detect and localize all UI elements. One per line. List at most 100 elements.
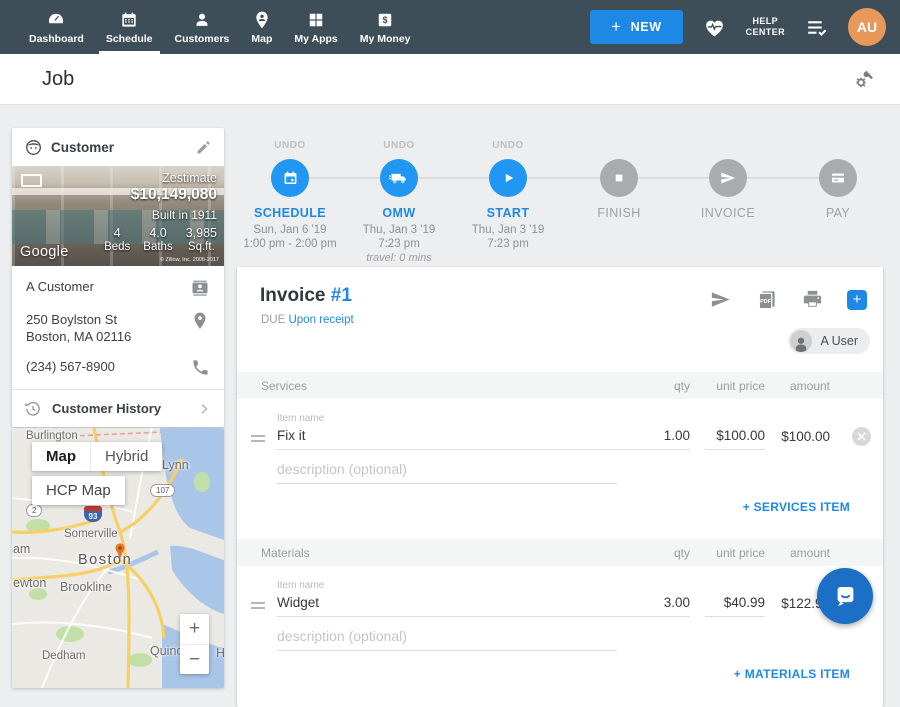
customer-history-label: Customer History bbox=[52, 401, 186, 416]
drag-handle[interactable] bbox=[251, 602, 265, 612]
start-step-button[interactable] bbox=[489, 159, 527, 197]
google-logo: Google bbox=[20, 244, 69, 260]
user-avatar[interactable]: AU bbox=[848, 8, 886, 46]
sqft-value: 3,985 bbox=[186, 226, 217, 240]
job-timeline: UNDO SCHEDULE Sun, Jan 6 '19 1:00 pm - 2… bbox=[237, 130, 883, 267]
property-facts: 4Beds 4.0Baths 3,985Sq.ft. bbox=[104, 226, 217, 253]
map-label-brookline: Brookline bbox=[60, 580, 112, 594]
map-zoom-control: + − bbox=[180, 614, 209, 674]
delete-service-item-button[interactable] bbox=[852, 427, 871, 446]
service-item-amount: $100.00 bbox=[750, 429, 830, 444]
material-description-input[interactable] bbox=[277, 627, 617, 651]
help-center-link[interactable]: HELP CENTER bbox=[746, 16, 785, 39]
chat-smile-icon bbox=[832, 583, 859, 610]
invoice-number[interactable]: #1 bbox=[331, 285, 352, 306]
add-materials-item-link[interactable]: + MATERIALS ITEM bbox=[734, 667, 850, 681]
nav-item-dashboard[interactable]: Dashboard bbox=[18, 0, 95, 54]
service-description-input[interactable] bbox=[277, 460, 617, 484]
amount-column-header: amount bbox=[750, 379, 830, 393]
schedule-calendar-icon bbox=[119, 10, 139, 30]
due-value-link[interactable]: Upon receipt bbox=[288, 314, 353, 326]
invoice-title: Invoice #1 bbox=[260, 285, 352, 307]
checklist-icon[interactable] bbox=[804, 15, 829, 40]
customer-history-row[interactable]: Customer History bbox=[12, 389, 224, 427]
hcp-map-button[interactable]: HCP Map bbox=[32, 476, 125, 505]
nav-item-my-apps[interactable]: My Apps bbox=[283, 0, 348, 54]
new-button[interactable]: + NEW bbox=[590, 10, 683, 44]
customer-name: A Customer bbox=[26, 278, 94, 295]
job-location-marker[interactable] bbox=[112, 542, 128, 560]
customer-name-row: A Customer bbox=[26, 278, 210, 298]
services-title: Services bbox=[261, 379, 307, 393]
pdf-icon[interactable]: PDF bbox=[755, 288, 778, 311]
nav-label: My Apps bbox=[294, 33, 337, 45]
top-navigation: Dashboard Schedule Customers Map My Apps… bbox=[0, 0, 900, 54]
property-photo[interactable]: Zestimate $10,149,080 Built in 1911 4Bed… bbox=[12, 166, 224, 266]
customer-face-icon bbox=[24, 138, 43, 157]
services-header-band: Services qty unit price amount bbox=[237, 372, 883, 399]
send-invoice-icon[interactable] bbox=[709, 288, 732, 311]
help-center-line2: CENTER bbox=[746, 27, 785, 38]
customer-card: Customer Zestimate $10,149,080 Built in … bbox=[12, 128, 224, 427]
svg-text:$: $ bbox=[383, 15, 388, 25]
edit-pencil-icon[interactable] bbox=[195, 139, 212, 156]
job-tools-icon[interactable] bbox=[852, 67, 876, 91]
health-heart-pulse-icon[interactable] bbox=[702, 15, 727, 40]
customer-contact: A Customer 250 Boylston St Boston, MA 02… bbox=[12, 266, 224, 389]
nav-item-map[interactable]: Map bbox=[240, 0, 283, 54]
phone-icon[interactable] bbox=[191, 358, 210, 377]
map-label-newton: Newton bbox=[12, 576, 46, 590]
chevron-right-icon bbox=[196, 401, 212, 417]
map-type-hybrid-button[interactable]: Hybrid bbox=[90, 442, 162, 471]
truck-icon bbox=[389, 168, 409, 188]
schedule-step-button[interactable] bbox=[271, 159, 309, 197]
material-item-name-input[interactable] bbox=[277, 593, 655, 617]
location-pin-icon[interactable] bbox=[190, 311, 210, 331]
step-travel: travel: 0 mins bbox=[334, 251, 464, 265]
route-2-shield: 2 bbox=[26, 504, 42, 517]
add-invoice-item-button[interactable]: + bbox=[847, 290, 867, 310]
page-title: Job bbox=[42, 68, 74, 91]
customer-phone-row: (234) 567-8900 bbox=[26, 358, 210, 377]
nav-label: Schedule bbox=[106, 33, 153, 45]
finish-step-button[interactable] bbox=[600, 159, 638, 197]
material-item-qty-input[interactable] bbox=[620, 593, 690, 617]
map-type-map-button[interactable]: Map bbox=[32, 442, 90, 471]
invoice-title-text: Invoice bbox=[260, 285, 325, 306]
contact-card-icon[interactable] bbox=[190, 278, 210, 298]
service-item-qty-input[interactable] bbox=[620, 426, 690, 450]
invoice-due: DUE Upon receipt bbox=[261, 314, 354, 326]
nav-item-schedule[interactable]: Schedule bbox=[95, 0, 164, 54]
step-date: Thu, Jan 3 '19 bbox=[443, 223, 573, 237]
my-apps-grid-icon bbox=[306, 10, 326, 30]
pay-step-button[interactable] bbox=[819, 159, 857, 197]
zoom-in-button[interactable]: + bbox=[180, 614, 209, 644]
street-view-frame-icon[interactable] bbox=[21, 174, 42, 187]
invoice-step-button[interactable] bbox=[709, 159, 747, 197]
zoom-out-button[interactable]: − bbox=[180, 644, 209, 674]
map-label-waltham-partial: ham bbox=[12, 542, 30, 556]
step-label: PAY bbox=[773, 206, 900, 220]
nav-item-my-money[interactable]: $ My Money bbox=[349, 0, 422, 54]
assigned-user-pill[interactable]: A User bbox=[788, 328, 870, 354]
my-money-dollar-icon: $ bbox=[375, 10, 395, 30]
service-item-name-input[interactable] bbox=[277, 426, 655, 450]
beds-label: Beds bbox=[104, 241, 130, 253]
svg-text:PDF: PDF bbox=[760, 299, 771, 305]
beds-value: 4 bbox=[104, 226, 130, 240]
send-plane-icon bbox=[719, 169, 737, 187]
amount-column-header: amount bbox=[750, 546, 830, 560]
address-line1: 250 Boylston St bbox=[26, 312, 117, 327]
materials-header-band: Materials qty unit price amount bbox=[237, 539, 883, 566]
omw-step-button[interactable] bbox=[380, 159, 418, 197]
sqft-label: Sq.ft. bbox=[186, 241, 217, 253]
nav-label: Map bbox=[251, 33, 272, 45]
step-time: 7:23 pm bbox=[443, 237, 573, 251]
add-services-item-link[interactable]: + SERVICES ITEM bbox=[743, 500, 850, 514]
dashboard-gauge-icon bbox=[46, 10, 66, 30]
stop-icon bbox=[611, 170, 627, 186]
nav-item-customers[interactable]: Customers bbox=[164, 0, 241, 54]
chat-launcher-button[interactable] bbox=[817, 568, 873, 624]
print-icon[interactable] bbox=[801, 288, 824, 311]
drag-handle[interactable] bbox=[251, 435, 265, 445]
